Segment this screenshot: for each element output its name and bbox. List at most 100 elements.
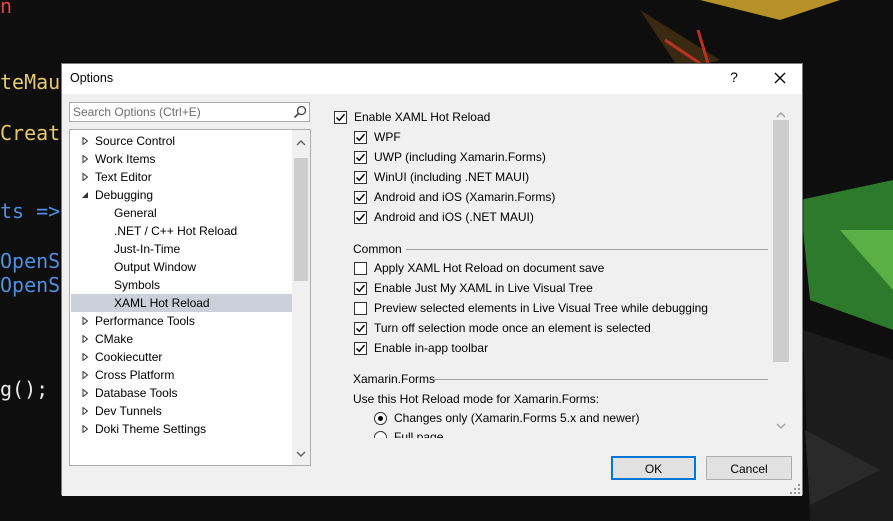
tree-item-label: Work Items [95, 152, 156, 166]
collapsed-arrow-icon[interactable] [81, 137, 89, 145]
checkbox[interactable] [354, 211, 367, 224]
checkbox-label: Enable XAML Hot Reload [354, 110, 491, 124]
checkbox[interactable] [354, 191, 367, 204]
checkbox-label: Enable Just My XAML in Live Visual Tree [374, 281, 593, 295]
tree-item-label: Debugging [95, 188, 154, 202]
tree-item[interactable]: Database Tools [71, 384, 292, 402]
tree-item[interactable]: Source Control [71, 132, 292, 150]
search-input[interactable] [73, 104, 288, 120]
tree-item[interactable]: Debugging [71, 186, 292, 204]
radio-dot [378, 416, 383, 421]
checkbox[interactable] [354, 151, 367, 164]
common-heading: Common [353, 242, 402, 256]
scroll-down-icon[interactable] [776, 421, 786, 431]
code-line: OpenS [0, 273, 61, 297]
check-icon [355, 133, 366, 142]
checkbox-label: UWP (including Xamarin.Forms) [374, 150, 546, 164]
dialog-content: Source Control Work Items Text Editor Debug… [62, 94, 802, 496]
tree-item[interactable]: Symbols [71, 276, 292, 294]
tree-item[interactable]: Cookiecutter [71, 348, 292, 366]
close-button[interactable] [768, 68, 792, 90]
checkbox-label: WinUI (including .NET MAUI) [374, 170, 530, 184]
collapsed-arrow-icon[interactable] [81, 353, 89, 361]
checkbox-label: Apply XAML Hot Reload on document save [374, 261, 605, 275]
checkbox[interactable] [354, 262, 367, 275]
checkbox-label: Enable in-app toolbar [374, 341, 489, 355]
code-line: OpenS [0, 249, 61, 273]
checkbox[interactable] [354, 322, 367, 335]
ok-button[interactable]: OK [611, 456, 696, 480]
code-line: g(); [0, 377, 49, 401]
tree-scrollbar[interactable] [292, 130, 310, 465]
cancel-button[interactable]: Cancel [706, 456, 792, 480]
check-icon [355, 153, 366, 162]
checkbox[interactable] [334, 111, 347, 124]
checkbox-label: Android and iOS (Xamarin.Forms) [374, 190, 556, 204]
tree-item-label: Database Tools [95, 386, 178, 400]
checkbox[interactable] [354, 302, 367, 315]
tree-item[interactable]: Doki Theme Settings [71, 420, 292, 438]
tree-item[interactable]: Output Window [71, 258, 292, 276]
collapsed-arrow-icon[interactable] [81, 425, 89, 433]
tree-item[interactable]: .NET / C++ Hot Reload [71, 222, 292, 240]
tree-item[interactable]: Cross Platform [71, 366, 292, 384]
tree-item-label: Just-In-Time [114, 242, 181, 256]
search-icon [293, 105, 307, 119]
dialog-title: Options [70, 71, 114, 85]
checkbox-label: Preview selected elements in Live Visual… [374, 301, 708, 315]
radio-button[interactable] [374, 412, 387, 425]
collapsed-arrow-icon[interactable] [81, 317, 89, 325]
collapsed-arrow-icon[interactable] [81, 173, 89, 181]
tree-item[interactable]: Performance Tools [71, 312, 292, 330]
options-tree[interactable]: Source Control Work Items Text Editor Debug… [69, 129, 311, 466]
collapsed-arrow-icon[interactable] [81, 407, 89, 415]
tree-item-label: Doki Theme Settings [95, 422, 207, 436]
tree-item-label: Performance Tools [95, 314, 195, 328]
checkbox[interactable] [354, 282, 367, 295]
collapsed-arrow-icon[interactable] [81, 371, 89, 379]
scroll-up-icon[interactable] [776, 110, 786, 120]
panel-scrollbar[interactable] [772, 102, 790, 438]
collapsed-arrow-icon[interactable] [81, 335, 89, 343]
collapsed-arrow-icon[interactable] [81, 389, 89, 397]
checkbox[interactable] [354, 131, 367, 144]
expanded-arrow-icon[interactable] [81, 191, 89, 199]
xamarin-heading: Xamarin.Forms [353, 372, 436, 386]
collapsed-arrow-icon[interactable] [81, 155, 89, 163]
resize-grip-icon[interactable] [790, 484, 800, 494]
search-box[interactable] [69, 102, 310, 122]
dialog-titlebar[interactable]: Options ? [62, 64, 802, 94]
tree-scroll-thumb[interactable] [294, 158, 308, 281]
radio-label: Changes only (Xamarin.Forms 5.x and newe… [394, 411, 640, 425]
panel-scroll-thumb[interactable] [773, 120, 789, 362]
tree-item[interactable]: General [71, 204, 292, 222]
radio-button[interactable] [374, 431, 387, 438]
tree-item[interactable]: Text Editor [71, 168, 292, 186]
tree-item[interactable]: Dev Tunnels [71, 402, 292, 420]
tree-item[interactable]: CMake [71, 330, 292, 348]
check-icon [355, 324, 366, 333]
tree-item-label: CMake [95, 332, 134, 346]
tree-item-label: Symbols [114, 278, 161, 292]
check-icon [355, 344, 366, 353]
checkbox-label: Turn off selection mode once an element … [374, 321, 651, 335]
checkbox-label: WPF [374, 130, 401, 144]
checkbox[interactable] [354, 171, 367, 184]
options-dialog: Options ? Source Control Work Items Text E… [61, 63, 803, 496]
tree-item[interactable]: Work Items [71, 150, 292, 168]
tree-item[interactable]: Just-In-Time [71, 240, 292, 258]
tree-item-label: .NET / C++ Hot Reload [114, 224, 238, 238]
scroll-up-icon[interactable] [296, 138, 306, 148]
tree-item-label: Text Editor [95, 170, 152, 184]
tree-item-label: XAML Hot Reload [114, 296, 210, 310]
tree-item-label: Output Window [114, 260, 197, 274]
close-icon [774, 72, 786, 84]
checkbox[interactable] [354, 342, 367, 355]
tree-item-label: General [114, 206, 157, 220]
tree-item[interactable]: XAML Hot Reload [71, 294, 292, 312]
code-line: n [0, 0, 13, 18]
check-icon [355, 284, 366, 293]
scroll-down-icon[interactable] [296, 449, 306, 459]
check-icon [355, 193, 366, 202]
help-button[interactable]: ? [724, 69, 744, 89]
